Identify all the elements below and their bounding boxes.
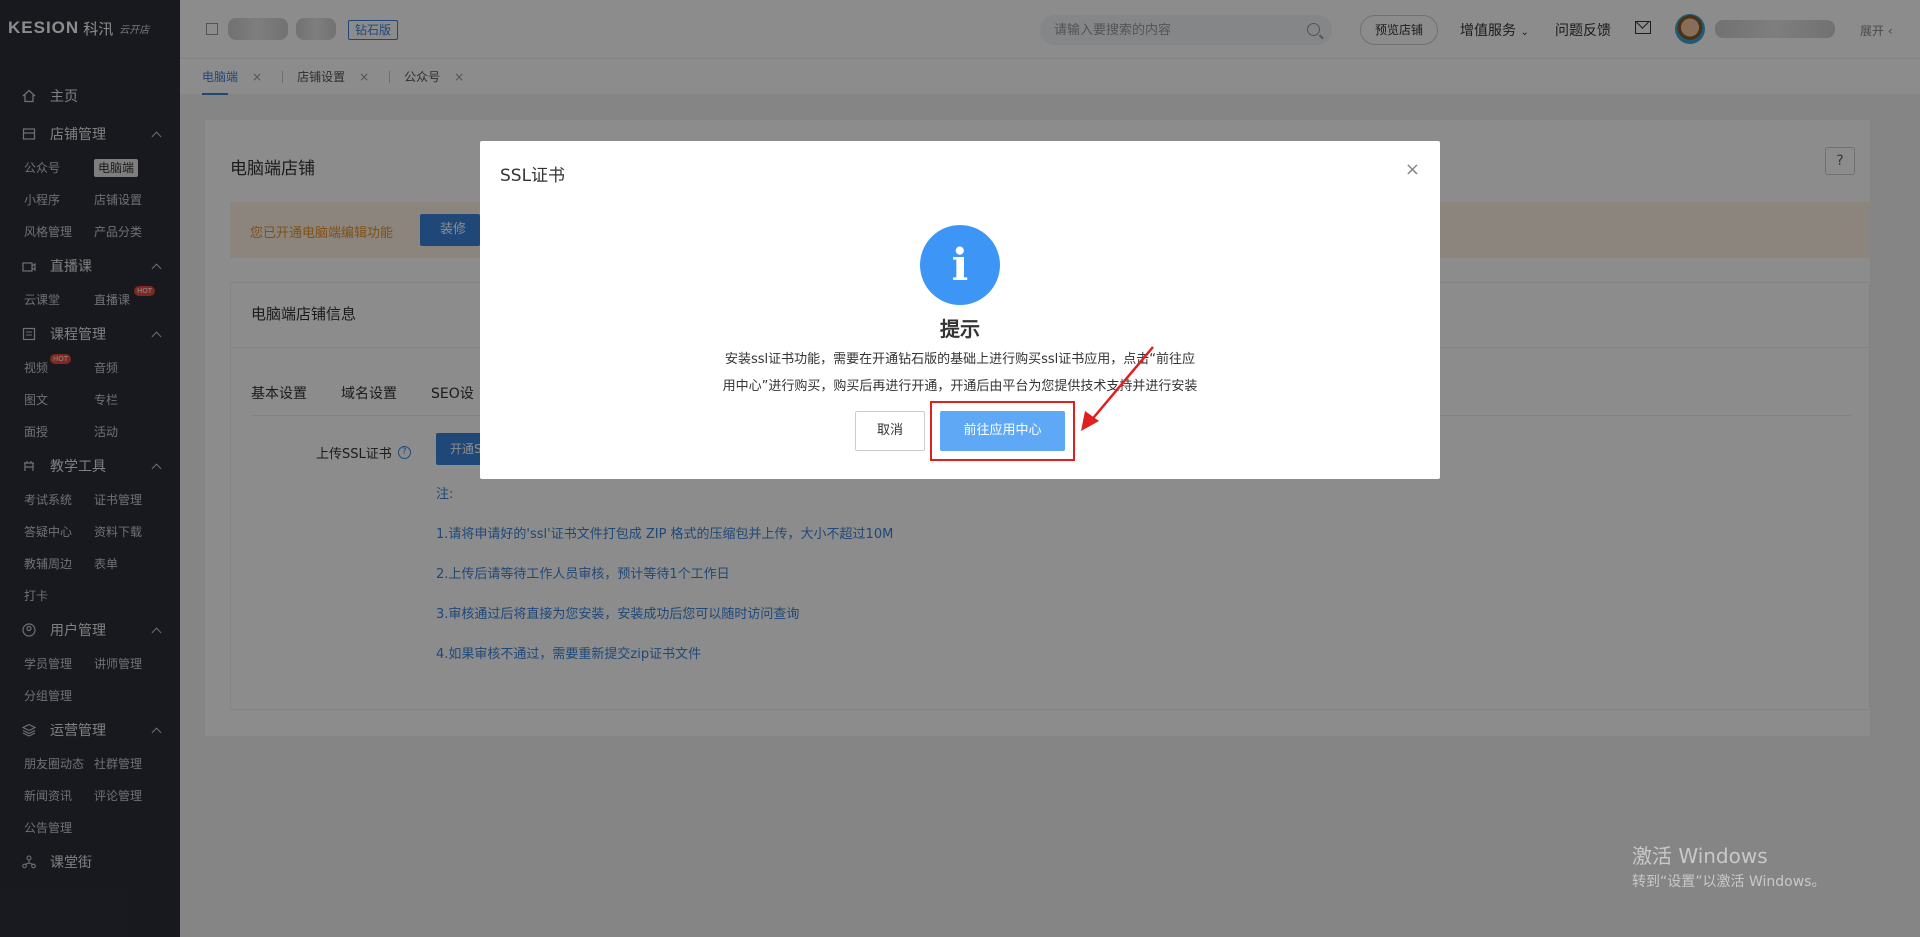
modal-title: SSL证书 bbox=[500, 166, 566, 186]
info-icon: i bbox=[920, 225, 1000, 305]
watermark-line: 转到“设置”以激活 Windows。 bbox=[1632, 874, 1826, 890]
windows-activation-watermark: 激活 Windows 转到“设置”以激活 Windows。 bbox=[1632, 840, 1825, 891]
modal-heading: 提示 bbox=[940, 317, 980, 341]
ssl-modal: SSL证书 × i 提示 安装ssl证书功能，需要在开通钻石版的基础上进行购买s… bbox=[480, 141, 1440, 479]
watermark-line: 激活 Windows bbox=[1632, 844, 1768, 868]
annotation-arrow-icon bbox=[1081, 346, 1154, 431]
highlight-box bbox=[930, 401, 1075, 461]
cancel-button[interactable]: 取消 bbox=[855, 411, 925, 451]
close-icon[interactable]: × bbox=[1405, 159, 1420, 180]
